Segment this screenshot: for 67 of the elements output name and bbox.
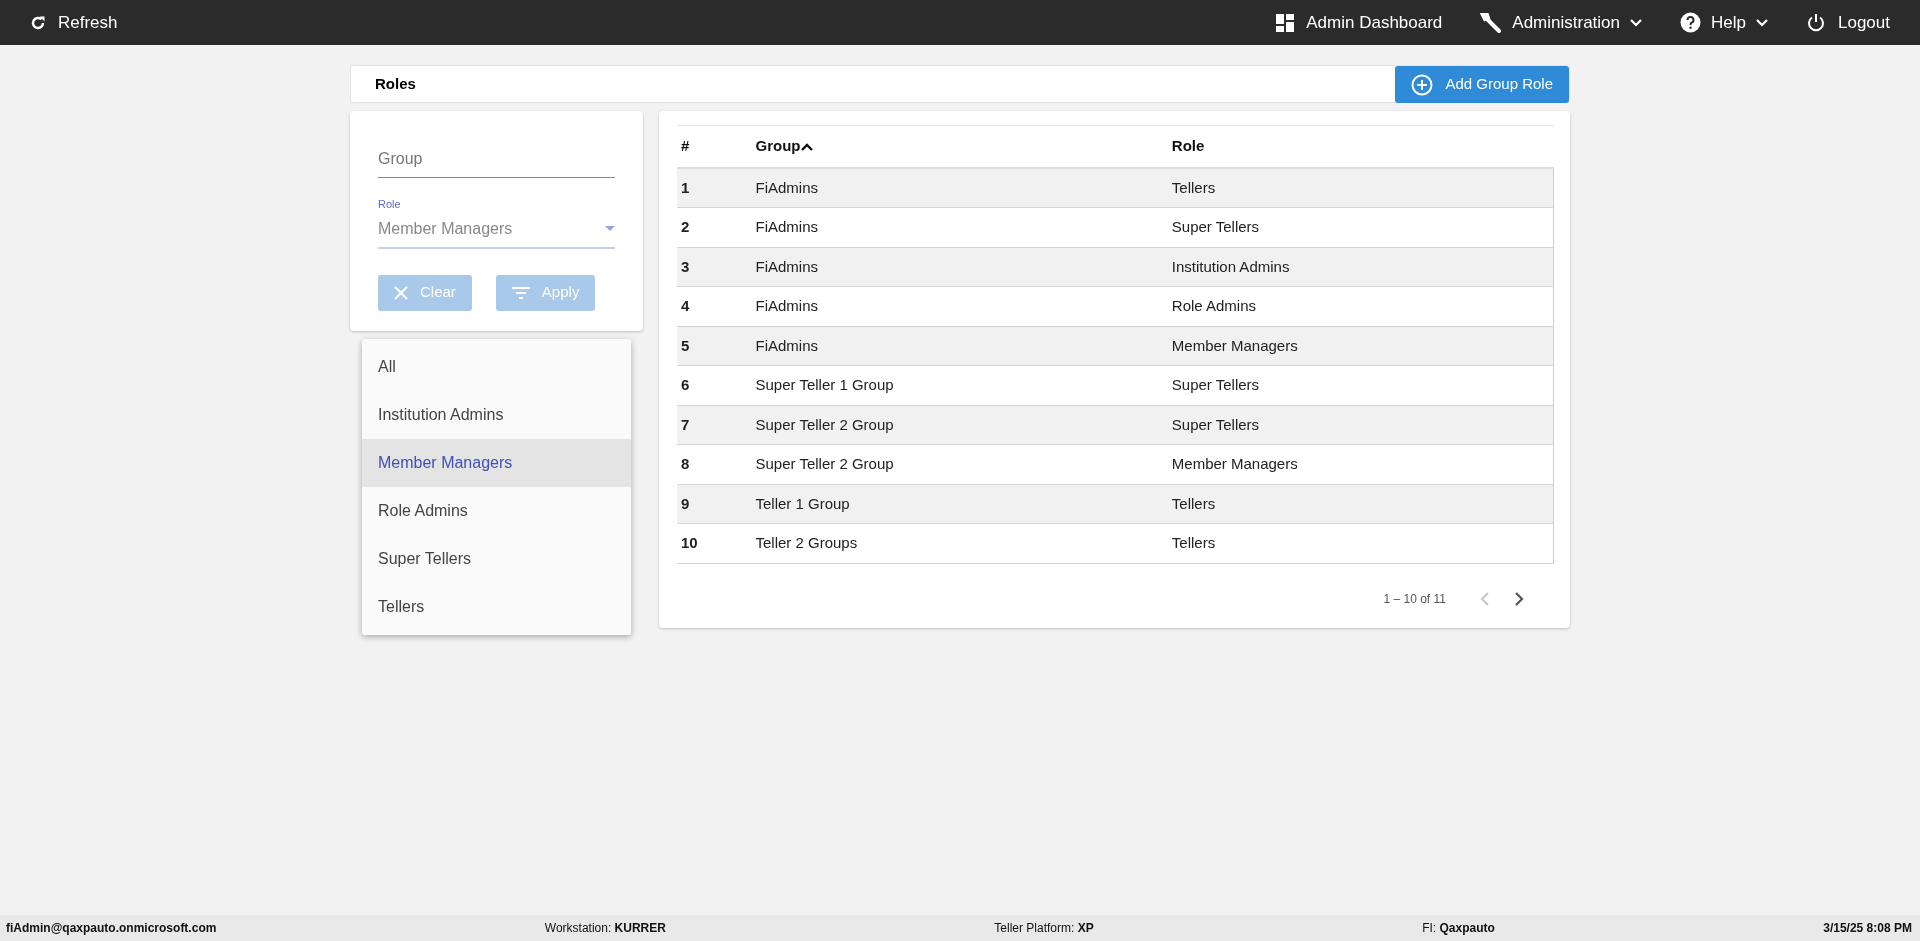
dropdown-arrow-icon [605,226,615,231]
table-cell: Super Tellers [1171,376,1260,393]
table-cell: Member Managers [1171,336,1298,354]
nav-link[interactable]: Admin Dashboard [1276,9,1443,36]
filter-icon [511,286,530,299]
table-cell: Teller 2 Groups [755,534,858,551]
dropdown-option[interactable]: Member Managers [362,438,631,487]
table-cell: Super Teller 2 Group [755,455,894,472]
table-cell: Tellers [1171,534,1216,551]
table-cell: 8 [681,455,690,472]
role-select[interactable]: Member Managers [378,212,615,249]
table-cell: 7 [681,415,690,433]
table-cell: 10 [681,534,698,551]
status-text: Teller Platform: XP [994,920,1094,937]
table-cell: FiAdmins [755,218,818,235]
table-cell: FiAdmins [755,336,818,354]
table-cell: FiAdmins [755,178,818,196]
power-icon [1806,12,1826,33]
dropdown-option[interactable]: Tellers [362,582,631,631]
table-cell: FiAdmins [755,257,818,275]
status-text: Workstation: KURRER [544,920,666,937]
table-cell: 6 [681,376,690,393]
chevron-right-icon [1514,590,1524,607]
table-cell: Tellers [1171,178,1216,196]
table-cell: Super Teller 1 Group [755,376,894,393]
next-page-button[interactable] [1514,590,1524,607]
table-cell: Teller 1 Group [755,494,850,512]
table-cell: Institution Admins [1171,257,1290,275]
status-text: 3/15/25 8:08 PM [1823,920,1912,937]
chevron-left-icon [1480,590,1490,607]
table-cell: 5 [681,336,690,354]
wrench-icon [1480,11,1503,34]
table-cell: 1 [681,178,690,196]
add-group-role-button[interactable]: Add Group Role [1395,66,1569,103]
close-icon [394,285,408,300]
dropdown-option[interactable]: Institution Admins [362,390,631,439]
column-header[interactable]: Role [1171,137,1205,154]
page-title: Roles [374,73,416,94]
table-cell: Member Managers [1171,455,1298,472]
column-header[interactable]: # [681,137,690,154]
nav-link[interactable]: Help [1680,9,1768,36]
table-cell: 9 [681,494,690,512]
table-cell: Super Tellers [1171,218,1260,235]
dropdown-option[interactable]: Role Admins [362,486,631,535]
nav-link[interactable]: Logout [1806,9,1890,36]
group-field[interactable]: Group [378,141,615,178]
help-icon [1680,12,1702,33]
nav-link[interactable]: Refresh [30,9,118,36]
table-cell: FiAdmins [755,297,818,314]
table-cell: Tellers [1171,494,1216,512]
plus-circle-icon [1411,73,1434,96]
table-cell: 2 [681,218,690,235]
table-cell: 3 [681,257,690,275]
table-cell: 4 [681,297,690,314]
table-cell: Super Tellers [1171,415,1260,433]
status-text: fiAdmin@qaxpauto.onmicrosoft.com [6,920,217,937]
table-cell: Role Admins [1171,297,1257,314]
column-header[interactable]: Group [755,137,801,154]
dashboard-icon [1276,13,1295,32]
refresh-icon [30,14,46,31]
dropdown-option[interactable]: Super Tellers [362,534,631,583]
nav-link[interactable]: Administration [1480,9,1643,36]
status-text: FI: Qaxpauto [1422,920,1495,937]
dropdown-option[interactable]: All [362,342,631,391]
role-label: Role [378,197,402,212]
page-range: 1 – 10 of 11 [1383,590,1446,608]
table-cell: Super Teller 2 Group [755,415,894,433]
